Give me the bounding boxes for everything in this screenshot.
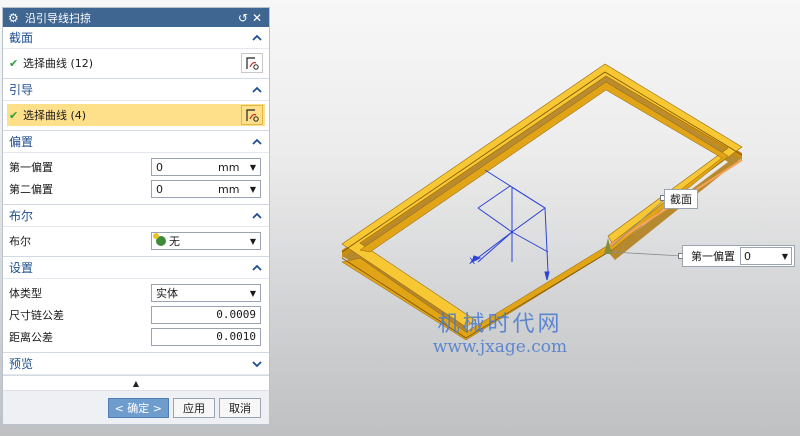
first-offset-value: 0 bbox=[156, 160, 163, 174]
first-offset-unit: mm bbox=[218, 160, 240, 174]
chevron-up-icon[interactable] bbox=[251, 32, 263, 44]
guide-select-curve-label: 选择曲线 (4) bbox=[23, 109, 87, 122]
offset-group: 偏置 第一偏置 0 mm ▼ 第二偏置 0 mm ▼ bbox=[3, 131, 269, 205]
triangle-up-icon[interactable]: ▲ bbox=[133, 379, 139, 388]
sketch-csys bbox=[471, 169, 550, 281]
first-offset-row: 第一偏置 0 mm ▼ bbox=[9, 156, 263, 178]
preview-group-header[interactable]: 预览 bbox=[3, 353, 269, 375]
check-icon: ✔ bbox=[9, 56, 19, 70]
distance-tolerance-row: 距离公差 0.0010 bbox=[9, 326, 263, 348]
second-offset-label: 第二偏置 bbox=[9, 183, 53, 196]
watermark-url: www.jxage.com bbox=[432, 337, 568, 357]
chain-tolerance-input[interactable]: 0.0009 bbox=[151, 306, 261, 324]
apply-button[interactable]: 应用 bbox=[173, 397, 215, 418]
section-select-curve-label: 选择曲线 (12) bbox=[23, 57, 94, 70]
ok-button[interactable]: < 确定 > bbox=[107, 397, 169, 418]
watermark: 机械时代网 www.jxage.com bbox=[428, 312, 572, 358]
select-curve-button[interactable] bbox=[241, 53, 263, 73]
cancel-button[interactable]: 取消 bbox=[219, 397, 261, 418]
axis-x-label: X bbox=[469, 257, 475, 267]
callout-leader bbox=[611, 251, 683, 257]
chevron-up-icon[interactable] bbox=[251, 84, 263, 96]
section-group-title: 截面 bbox=[9, 31, 34, 45]
settings-group: 设置 体类型 实体 ▼ 尺寸链公差 0.0009 距离公差 0.0010 bbox=[3, 257, 269, 353]
sweep-along-guide-dialog: ⚙ 沿引导线扫掠 ↺ ✕ 截面 ✔ 选择曲线 (12) 引导 ✔ 选择曲线 (4… bbox=[2, 7, 270, 425]
preview-group-title: 预览 bbox=[9, 357, 34, 371]
chain-tolerance-row: 尺寸链公差 0.0009 bbox=[9, 304, 263, 326]
body-type-row: 体类型 实体 ▼ bbox=[9, 282, 263, 304]
watermark-title: 机械时代网 bbox=[437, 312, 563, 337]
second-offset-input[interactable]: 0 mm ▼ bbox=[151, 180, 261, 198]
first-offset-label: 第一偏置 bbox=[9, 161, 53, 174]
frame-edge-line bbox=[341, 71, 606, 253]
offset-callout-input[interactable]: 0 ▼ bbox=[740, 247, 792, 265]
gear-icon[interactable]: ⚙ bbox=[8, 11, 22, 25]
chevron-down-icon[interactable] bbox=[251, 358, 263, 370]
distance-tolerance-input[interactable]: 0.0010 bbox=[151, 328, 261, 346]
settings-group-header[interactable]: 设置 bbox=[3, 257, 269, 279]
chevron-up-icon[interactable] bbox=[251, 262, 263, 274]
boolean-group: 布尔 布尔 无 ▼ bbox=[3, 205, 269, 257]
chevron-up-icon[interactable] bbox=[251, 210, 263, 222]
dialog-titlebar[interactable]: ⚙ 沿引导线扫掠 ↺ ✕ bbox=[3, 8, 269, 27]
body-type-select[interactable]: 实体 ▼ bbox=[151, 284, 261, 302]
frame-edge-line bbox=[604, 71, 743, 156]
close-icon[interactable]: ✕ bbox=[250, 11, 264, 25]
chevron-up-icon[interactable] bbox=[251, 136, 263, 148]
chevron-down-icon[interactable]: ▼ bbox=[246, 185, 256, 194]
dialog-title: 沿引导线扫掠 bbox=[25, 11, 91, 25]
boolean-group-title: 布尔 bbox=[9, 209, 34, 223]
second-offset-row: 第二偏置 0 mm ▼ bbox=[9, 178, 263, 200]
boolean-select[interactable]: 无 ▼ bbox=[151, 232, 261, 250]
second-offset-value: 0 bbox=[156, 182, 163, 196]
boolean-group-header[interactable]: 布尔 bbox=[3, 205, 269, 227]
section-group-header[interactable]: 截面 bbox=[3, 27, 269, 49]
offset-group-title: 偏置 bbox=[9, 135, 34, 149]
offset-callout[interactable]: 第一偏置 0 ▼ bbox=[682, 245, 795, 267]
offset-callout-label: 第一偏置 bbox=[691, 250, 735, 263]
chain-tolerance-label: 尺寸链公差 bbox=[9, 309, 64, 322]
distance-tolerance-label: 距离公差 bbox=[9, 331, 53, 344]
boolean-label: 布尔 bbox=[9, 235, 31, 248]
settings-group-title: 设置 bbox=[9, 261, 34, 275]
guide-group: 引导 ✔ 选择曲线 (4) bbox=[3, 79, 269, 131]
collapse-dialog-row[interactable]: ▲ bbox=[3, 376, 269, 390]
body-type-value: 实体 bbox=[156, 287, 178, 300]
chevron-down-icon[interactable]: ▼ bbox=[246, 289, 256, 298]
section-callout[interactable]: 截面 bbox=[664, 189, 698, 209]
body-type-label: 体类型 bbox=[9, 287, 42, 300]
select-curve-button[interactable] bbox=[241, 105, 263, 125]
guide-group-header[interactable]: 引导 bbox=[3, 79, 269, 101]
check-icon: ✔ bbox=[9, 108, 19, 122]
reset-icon[interactable]: ↺ bbox=[236, 11, 250, 25]
boolean-none-icon bbox=[153, 233, 166, 246]
boolean-row: 布尔 无 ▼ bbox=[9, 230, 263, 252]
section-group: 截面 ✔ 选择曲线 (12) bbox=[3, 27, 269, 79]
second-offset-unit: mm bbox=[218, 182, 240, 196]
section-callout-label: 截面 bbox=[670, 193, 692, 206]
select-curve-icon bbox=[246, 57, 259, 70]
offset-callout-value: 0 bbox=[744, 249, 751, 263]
boolean-value: 无 bbox=[169, 235, 180, 248]
preview-group: 预览 bbox=[3, 353, 269, 376]
select-curve-icon bbox=[246, 109, 259, 122]
guide-group-title: 引导 bbox=[9, 83, 34, 97]
dialog-button-bar: < 确定 > 应用 取消 bbox=[3, 390, 269, 424]
chevron-down-icon[interactable]: ▼ bbox=[782, 252, 788, 261]
guide-select-curve-row[interactable]: ✔ 选择曲线 (4) bbox=[7, 104, 265, 126]
first-offset-input[interactable]: 0 mm ▼ bbox=[151, 158, 261, 176]
chevron-down-icon[interactable]: ▼ bbox=[246, 163, 256, 172]
chevron-down-icon[interactable]: ▼ bbox=[246, 237, 256, 246]
offset-group-header[interactable]: 偏置 bbox=[3, 131, 269, 153]
section-select-curve-row[interactable]: ✔ 选择曲线 (12) bbox=[9, 52, 263, 74]
